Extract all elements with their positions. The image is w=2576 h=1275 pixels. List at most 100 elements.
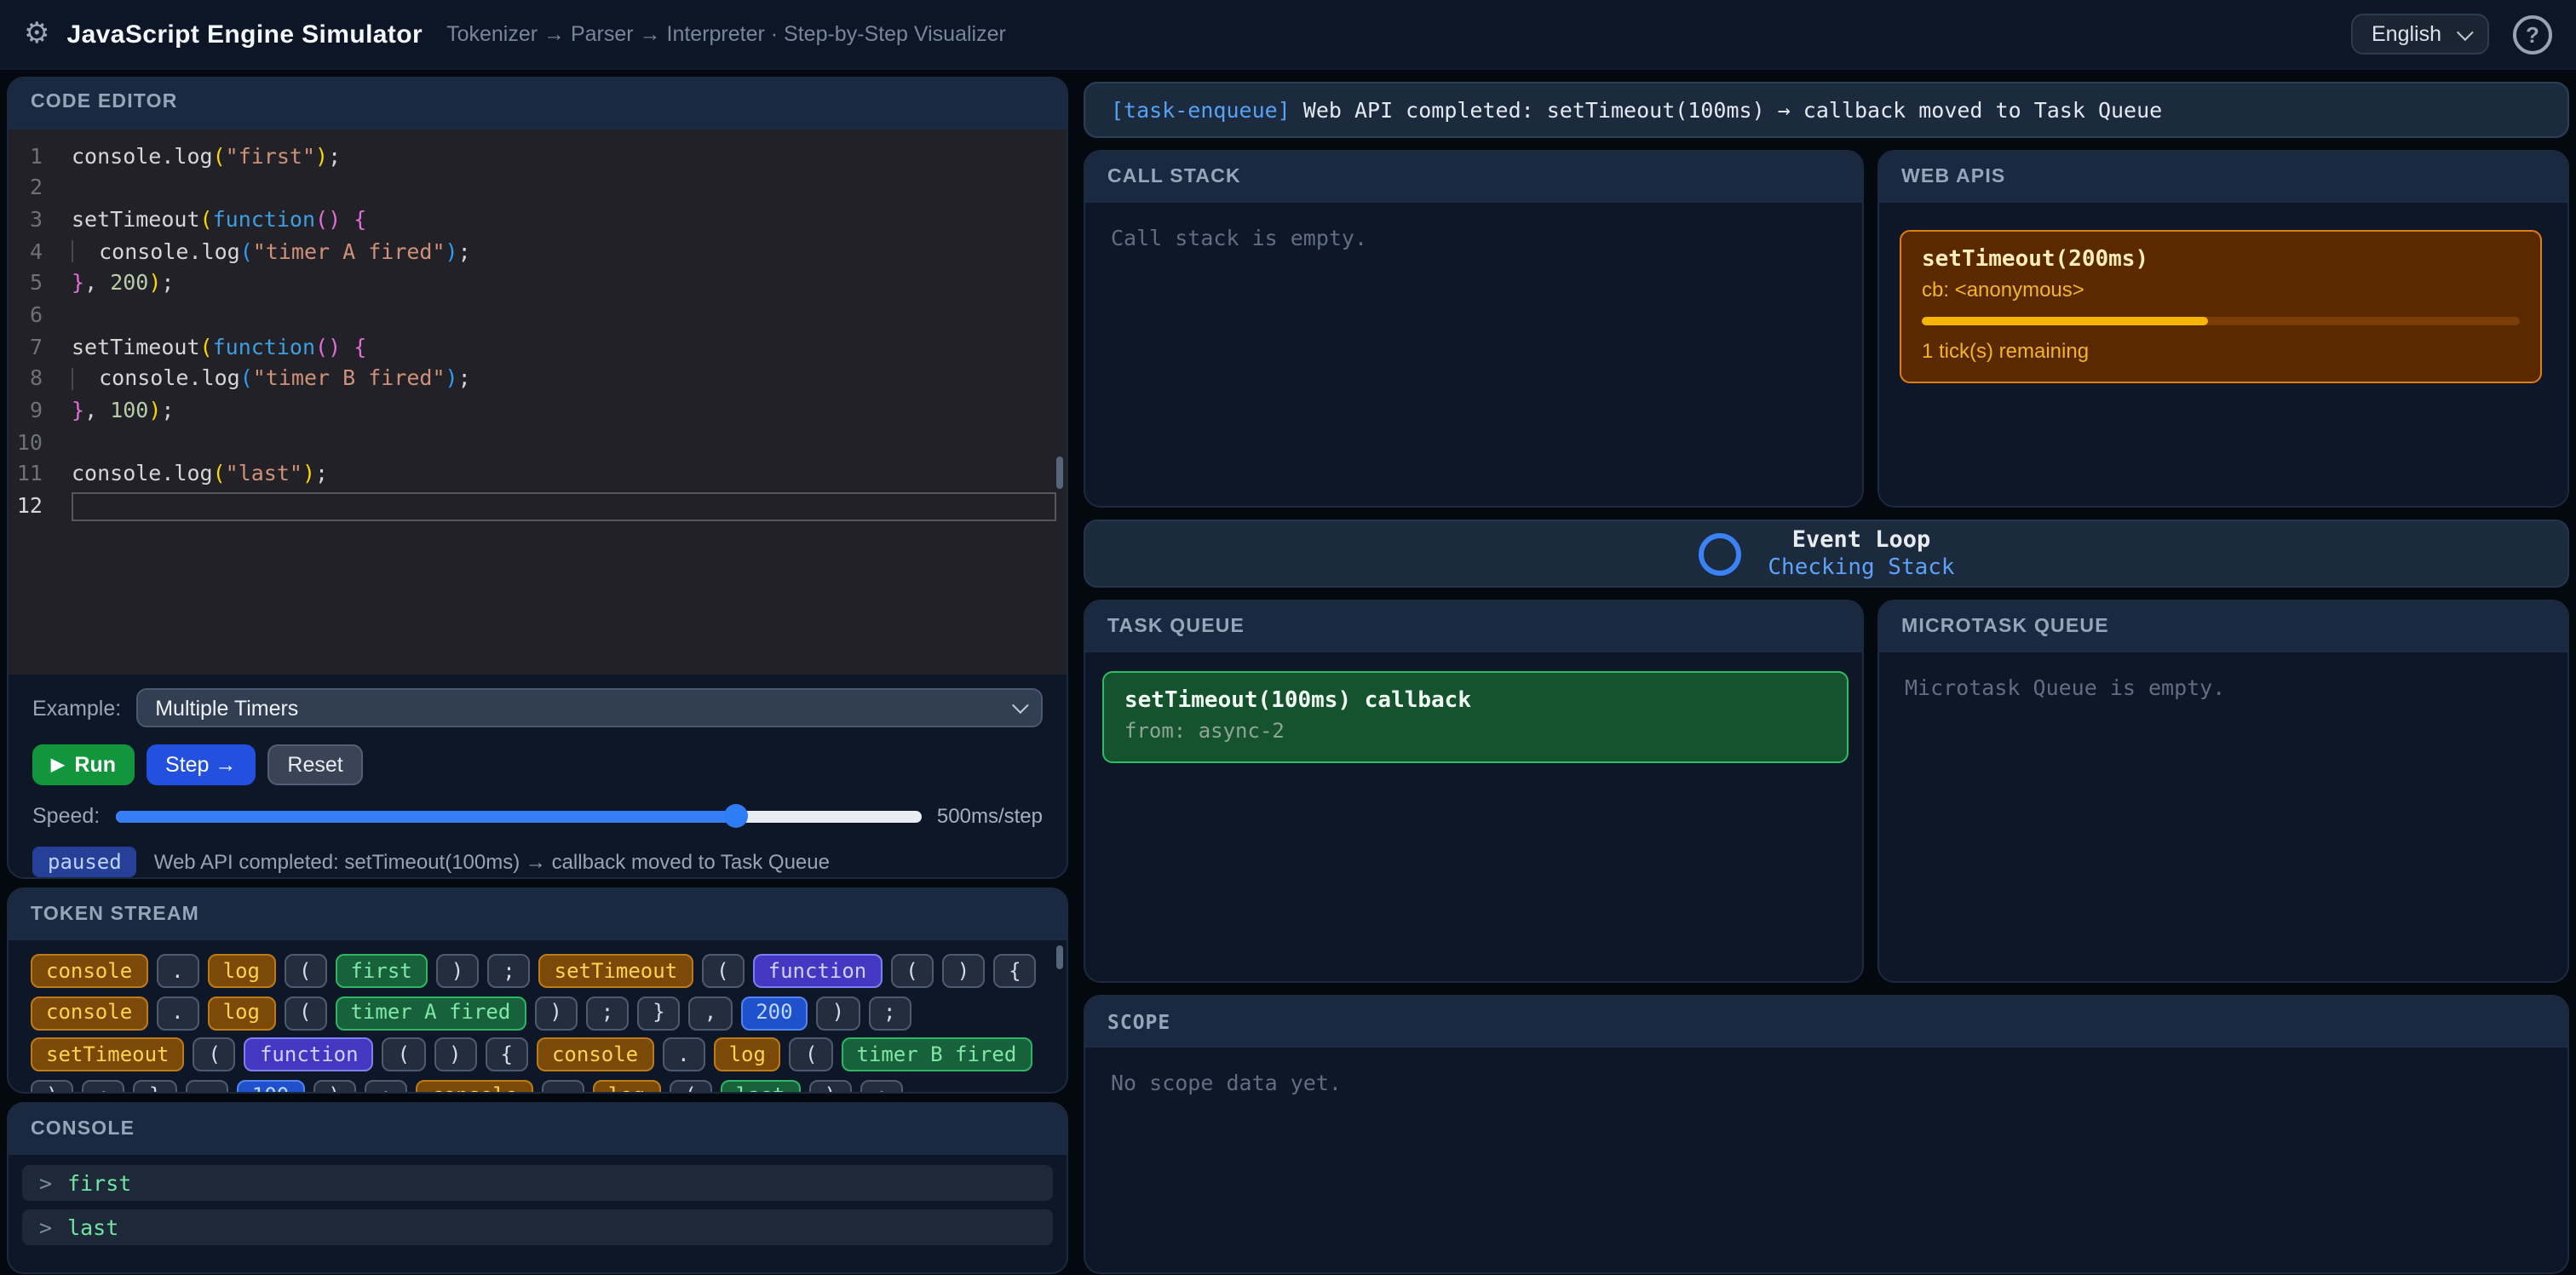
token-chip: . xyxy=(156,996,198,1030)
console-body: >first >last xyxy=(9,1155,1067,1255)
code-line-text xyxy=(72,300,1067,331)
code-token: ) xyxy=(148,395,161,427)
reset-button-label: Reset xyxy=(287,753,342,777)
console-prompt: > xyxy=(39,1170,52,1196)
help-button[interactable]: ? xyxy=(2513,14,2552,54)
line-number: 2 xyxy=(9,173,72,204)
code-token: ( xyxy=(240,364,253,395)
token-chip: ) xyxy=(436,954,479,988)
code-line-text: console.log("timer A fired"); xyxy=(72,236,1067,267)
code-token: () xyxy=(315,331,341,363)
token-stream-header: TOKEN STREAM xyxy=(9,889,1067,940)
token-chip: . xyxy=(541,1079,584,1094)
speed-value: 500ms/step xyxy=(937,804,1043,828)
code-token: ; xyxy=(328,141,341,172)
event-loop-title: Event Loop xyxy=(1768,526,1954,554)
token-chip: ; xyxy=(860,1079,903,1094)
token-chip: { xyxy=(486,1037,528,1071)
help-icon: ? xyxy=(2526,21,2539,47)
token-chip: ( xyxy=(193,1037,236,1071)
event-banner-tag: [task-enqueue] xyxy=(1111,97,1291,123)
code-line-text: }, 100); xyxy=(72,395,1067,427)
code-token: setTimeout xyxy=(72,204,200,236)
example-select-value: Multiple Timers xyxy=(155,696,298,720)
line-number: 7 xyxy=(9,331,72,363)
code-line[interactable]: 11console.log("last"); xyxy=(9,459,1067,491)
code-line[interactable]: 6 xyxy=(9,300,1067,331)
code-line-text: }, 200); xyxy=(72,268,1067,300)
code-token: ; xyxy=(458,236,471,267)
code-line[interactable]: 4 console.log("timer A fired"); xyxy=(9,236,1067,267)
token-chip: console xyxy=(31,996,147,1030)
code-token: ) xyxy=(446,236,458,267)
scope-panel: SCOPE No scope data yet. xyxy=(1084,995,2569,1274)
web-api-progress-track xyxy=(1922,317,2520,325)
example-select[interactable]: Multiple Timers xyxy=(136,688,1043,727)
code-token: ; xyxy=(315,459,328,491)
run-button[interactable]: ▶ Run xyxy=(32,744,135,785)
code-editor[interactable]: 1console.log("first");23setTimeout(funct… xyxy=(9,129,1067,675)
token-chip: console xyxy=(31,954,147,988)
token-chip: function xyxy=(753,954,883,988)
status-text: Web API completed: setTimeout(100ms) → c… xyxy=(154,850,830,874)
token-chip: log xyxy=(714,1037,781,1071)
code-line[interactable]: 1console.log("first"); xyxy=(9,141,1067,172)
task-queue-item: setTimeout(100ms) callback from: async-2 xyxy=(1102,671,1849,763)
line-number: 4 xyxy=(9,236,72,267)
web-api-timer-title: setTimeout(200ms) xyxy=(1922,247,2520,273)
token-chip: ( xyxy=(890,954,933,988)
token-chip: setTimeout xyxy=(539,954,693,988)
language-select[interactable]: English xyxy=(2351,14,2489,55)
token-chip: last xyxy=(721,1079,801,1094)
code-line[interactable]: 3setTimeout(function() { xyxy=(9,204,1067,236)
step-button[interactable]: Step → xyxy=(147,744,255,785)
token-scrollbar[interactable] xyxy=(1056,945,1063,969)
token-chip: ) xyxy=(808,1079,851,1094)
speed-slider-thumb[interactable] xyxy=(724,804,748,828)
line-number: 8 xyxy=(9,364,72,395)
token-chip: ) xyxy=(534,996,577,1030)
code-line[interactable]: 8 console.log("timer B fired"); xyxy=(9,364,1067,395)
code-line-text xyxy=(72,491,1067,522)
console-header: CONSOLE xyxy=(9,1104,1067,1155)
token-stream-panel: TOKEN STREAM console.log(first);setTimeo… xyxy=(7,887,1068,1094)
token-chip: ( xyxy=(382,1037,425,1071)
code-line[interactable]: 5}, 200); xyxy=(9,268,1067,300)
code-token: console.log xyxy=(73,236,240,267)
token-chip: ) xyxy=(817,996,860,1030)
code-line[interactable]: 12 xyxy=(9,491,1067,522)
active-line-cursor-box[interactable] xyxy=(72,493,1056,522)
code-token: , xyxy=(84,268,110,300)
code-line-text: console.log("first"); xyxy=(72,141,1067,172)
line-number: 9 xyxy=(9,395,72,427)
code-line[interactable]: 9}, 100); xyxy=(9,395,1067,427)
code-token: ) xyxy=(302,459,315,491)
task-queue-item-title: setTimeout(100ms) callback xyxy=(1124,688,1826,714)
language-select-value: English xyxy=(2372,22,2441,46)
code-token: ) xyxy=(315,141,328,172)
code-line[interactable]: 2 xyxy=(9,173,1067,204)
chevron-down-icon xyxy=(1012,697,1029,714)
code-line[interactable]: 7setTimeout(function() { xyxy=(9,331,1067,363)
token-chip: { xyxy=(993,954,1036,988)
code-line[interactable]: 10 xyxy=(9,428,1067,459)
editor-scrollbar[interactable] xyxy=(1056,456,1063,488)
token-chip: ; xyxy=(868,996,911,1030)
code-token: console.log xyxy=(72,141,213,172)
code-editor-header: CODE EDITOR xyxy=(9,78,1067,129)
token-chip: 100 xyxy=(237,1079,304,1094)
console-entry: >first xyxy=(22,1165,1053,1201)
code-editor-panel: CODE EDITOR 1console.log("first");23setT… xyxy=(7,77,1068,879)
console-entry: >last xyxy=(22,1209,1053,1245)
code-token: ; xyxy=(161,268,174,300)
token-chip: setTimeout xyxy=(31,1037,185,1071)
code-token: () xyxy=(315,204,341,236)
code-token: ) xyxy=(446,364,458,395)
speed-slider[interactable] xyxy=(115,810,922,822)
gear-icon: ⚙ xyxy=(24,17,50,51)
reset-button[interactable]: Reset xyxy=(267,744,363,785)
code-line-text: console.log("last"); xyxy=(72,459,1067,491)
token-chip: . xyxy=(156,954,198,988)
event-loop-bar: Event Loop Checking Stack xyxy=(1084,520,2569,588)
code-token: ( xyxy=(213,459,226,491)
